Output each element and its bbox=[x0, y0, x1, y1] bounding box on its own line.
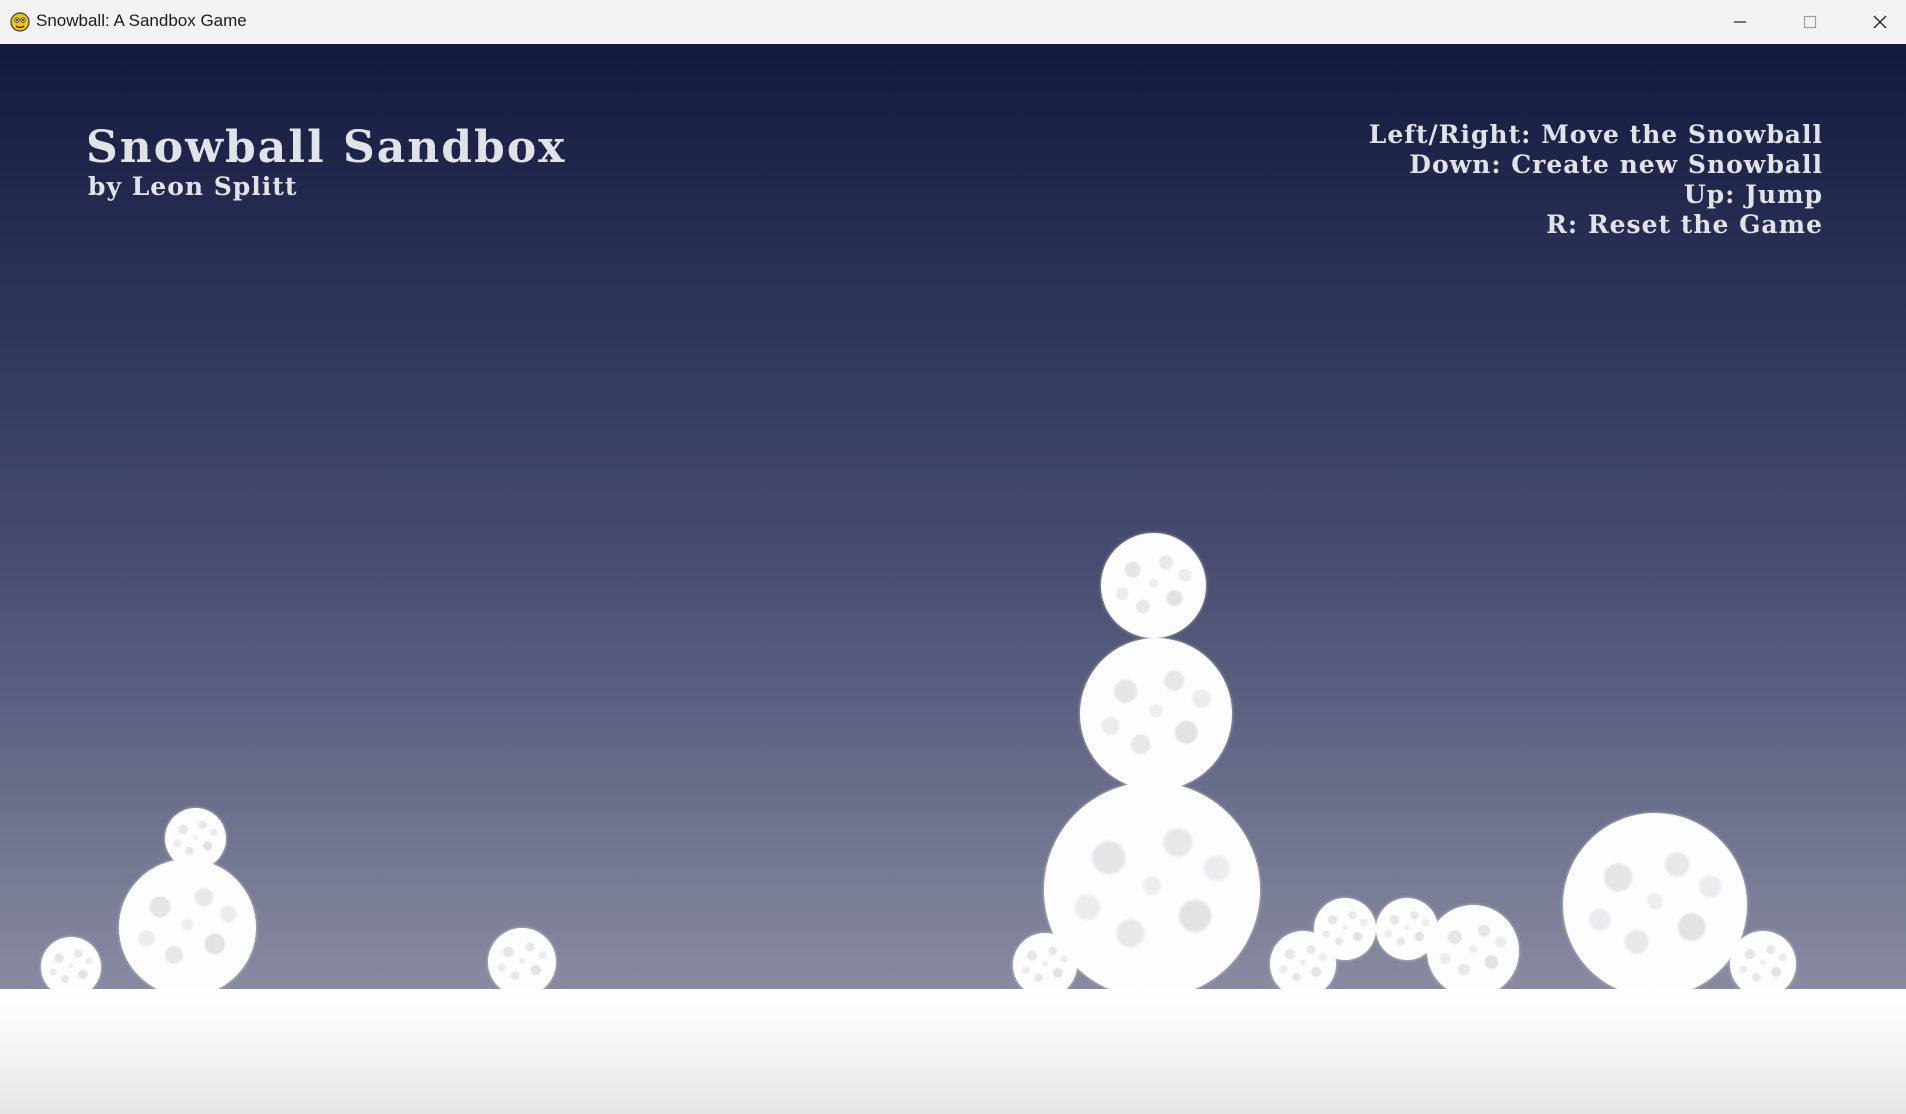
controls-help: Left/Right: Move the Snowball Down: Crea… bbox=[1369, 120, 1823, 240]
close-button[interactable] bbox=[1845, 0, 1906, 44]
close-icon bbox=[1873, 15, 1887, 29]
window-title: Snowball: A Sandbox Game bbox=[36, 11, 247, 30]
game-author: by Leon Splitt bbox=[88, 172, 298, 201]
control-create: Down: Create new Snowball bbox=[1409, 150, 1823, 179]
control-reset: R: Reset the Game bbox=[1546, 210, 1823, 239]
snowball-snowman-head bbox=[1101, 533, 1206, 638]
snowball bbox=[1563, 813, 1747, 997]
snowball bbox=[1427, 905, 1519, 997]
window-titlebar[interactable]: Snowball: A Sandbox Game bbox=[0, 0, 1906, 44]
maximize-button[interactable] bbox=[1775, 0, 1845, 44]
maximize-icon bbox=[1803, 15, 1817, 29]
game-title: Snowball Sandbox bbox=[86, 122, 567, 173]
snowball bbox=[488, 928, 556, 996]
snowball bbox=[1314, 898, 1376, 960]
snowball-snowman-middle bbox=[1080, 638, 1232, 790]
snowball bbox=[119, 859, 256, 996]
snow-ground bbox=[0, 989, 1906, 1114]
minimize-icon bbox=[1734, 21, 1746, 23]
snowball bbox=[41, 937, 101, 997]
minimize-button[interactable] bbox=[1705, 0, 1775, 44]
game-canvas[interactable]: Snowball Sandbox by Leon Splitt Left/Rig… bbox=[0, 44, 1906, 1114]
pygame-snake-icon bbox=[10, 12, 30, 32]
snowball bbox=[165, 808, 226, 869]
control-jump: Up: Jump bbox=[1683, 180, 1823, 209]
snowball bbox=[1730, 931, 1796, 997]
snowball-snowman-base bbox=[1044, 782, 1260, 998]
control-move: Left/Right: Move the Snowball bbox=[1368, 120, 1823, 149]
